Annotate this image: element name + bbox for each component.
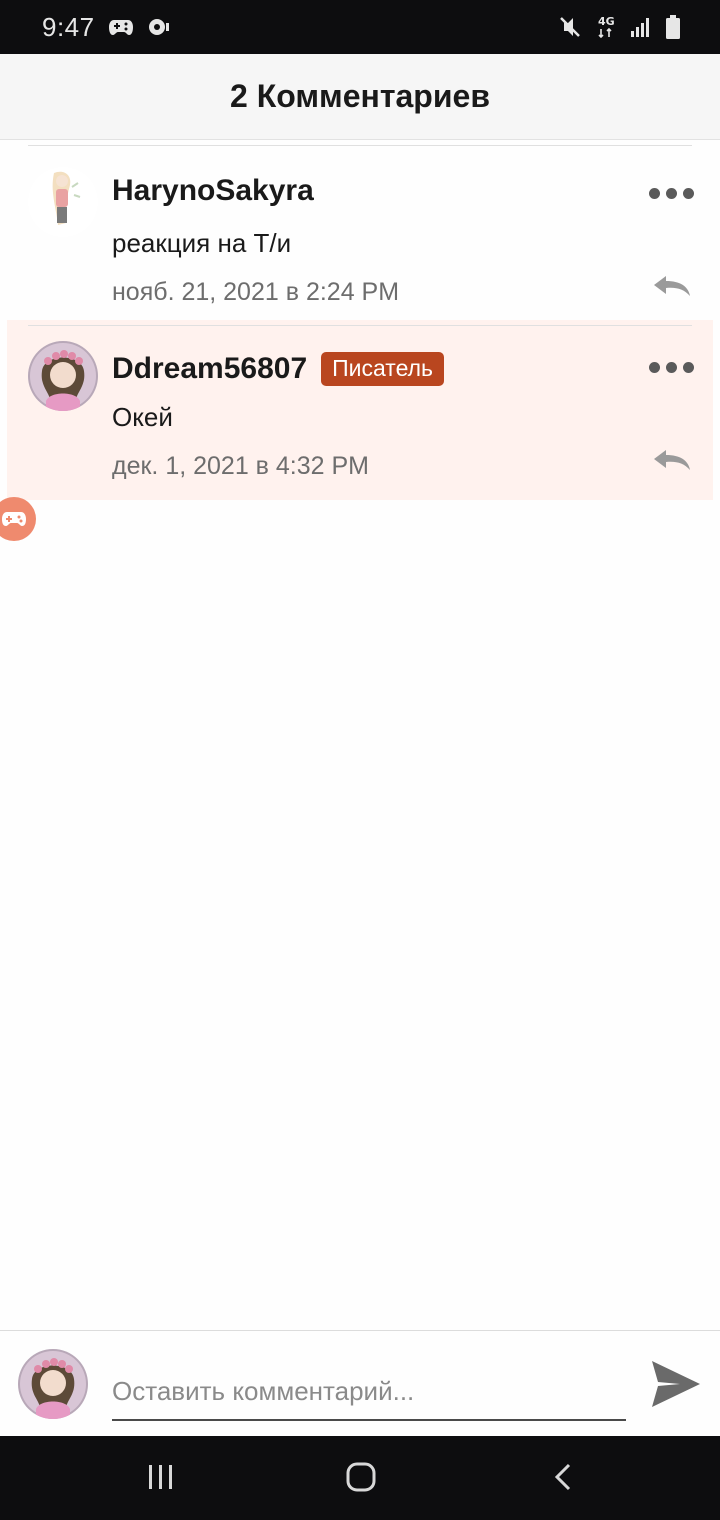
- signal-icon: [630, 16, 652, 38]
- comments-header: 2 Комментариев: [0, 54, 720, 140]
- avatar[interactable]: [18, 1349, 88, 1419]
- home-icon[interactable]: [345, 1462, 377, 1497]
- reply-icon[interactable]: [652, 274, 692, 303]
- battery-icon: [666, 15, 680, 39]
- svg-text:4G: 4G: [598, 15, 615, 28]
- username-row: Ddream56807 Писатель: [112, 352, 445, 386]
- divider: [28, 145, 692, 146]
- gamepad-icon: [2, 512, 26, 526]
- reply-icon[interactable]: [652, 448, 692, 477]
- comment-text: реакция на Т/и: [112, 228, 292, 258]
- dot-icon: [666, 362, 677, 373]
- game-launcher-icon: [147, 17, 169, 37]
- avatar[interactable]: [28, 167, 98, 237]
- status-bar: 9:47 4G: [0, 0, 720, 54]
- dot-icon: [683, 362, 694, 373]
- dot-icon: [683, 188, 694, 199]
- status-left: 9:47: [42, 12, 169, 43]
- username-row: HarynoSakyra: [112, 174, 314, 208]
- more-options-button[interactable]: [649, 362, 694, 373]
- comment-item-highlighted: Ddream56807 Писатель Окей дек. 1, 2021 в…: [7, 320, 713, 500]
- send-icon[interactable]: [650, 1359, 702, 1414]
- comment-timestamp: нояб. 21, 2021 в 2:24 PM: [112, 278, 400, 306]
- avatar[interactable]: [28, 341, 98, 411]
- comment-input[interactable]: [112, 1363, 626, 1421]
- dot-icon: [649, 362, 660, 373]
- network-4g-icon: 4G: [596, 14, 616, 40]
- dot-icon: [666, 188, 677, 199]
- vibrate-mute-icon: [558, 15, 582, 39]
- page-title: 2 Комментариев: [230, 78, 490, 114]
- comment-text: Окей: [112, 402, 173, 432]
- comment-item: HarynoSakyra реакция на Т/и нояб. 21, 20…: [0, 140, 720, 320]
- username[interactable]: HarynoSakyra: [112, 174, 314, 208]
- dot-icon: [649, 188, 660, 199]
- back-icon[interactable]: [550, 1462, 576, 1497]
- username[interactable]: Ddream56807: [112, 352, 307, 386]
- divider: [28, 325, 692, 326]
- gamepad-icon: [108, 18, 133, 36]
- comments-list: HarynoSakyra реакция на Т/и нояб. 21, 20…: [0, 140, 720, 500]
- compose-bar: [0, 1330, 720, 1436]
- more-options-button[interactable]: [649, 188, 694, 199]
- navigation-bar: [0, 1436, 720, 1520]
- game-launcher-bubble[interactable]: [0, 497, 36, 541]
- status-time: 9:47: [42, 11, 95, 42]
- writer-badge: Писатель: [321, 352, 445, 386]
- status-right: 4G: [558, 14, 680, 40]
- comment-timestamp: дек. 1, 2021 в 4:32 PM: [112, 452, 370, 480]
- recent-apps-icon[interactable]: [146, 1462, 176, 1497]
